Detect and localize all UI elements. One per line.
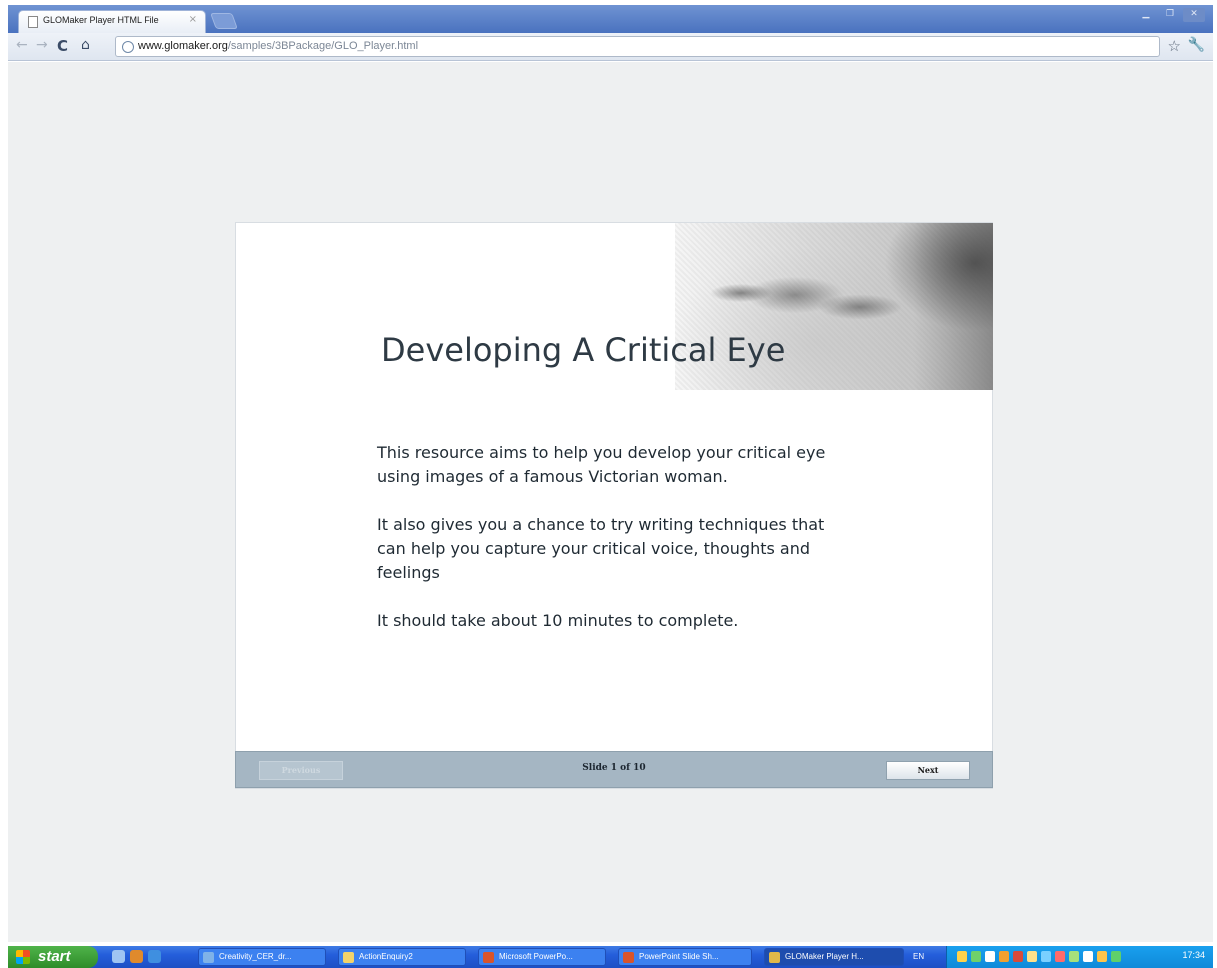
tray-icon[interactable]	[957, 951, 967, 962]
browser-titlebar: GLOMaker Player HTML File × ▁ ❐ ✕	[8, 5, 1213, 33]
tray-icon[interactable]	[1027, 951, 1037, 962]
tray-icon[interactable]	[1041, 951, 1051, 962]
address-bar[interactable]: www.glomaker.org/samples/3BPackage/GLO_P…	[115, 36, 1160, 57]
close-window-icon[interactable]: ✕	[1183, 8, 1205, 22]
taskbar: start Creativity_CER_dr... ActionEnquiry…	[8, 946, 1213, 968]
taskbar-item-label: ActionEnquiry2	[359, 952, 413, 961]
slide-body: This resource aims to help you develop y…	[377, 441, 847, 657]
tray-icon[interactable]	[1055, 951, 1065, 962]
globe-icon	[122, 41, 134, 53]
language-indicator[interactable]: EN	[913, 949, 924, 965]
folder-icon	[343, 952, 354, 963]
ie-icon[interactable]	[148, 950, 161, 963]
taskbar-item[interactable]: GLOMaker Player H...	[764, 948, 904, 966]
bookmark-star-icon[interactable]: ☆	[1168, 37, 1181, 55]
tray-icon[interactable]	[1013, 951, 1023, 962]
taskbar-item-label: Creativity_CER_dr...	[219, 952, 292, 961]
intro-paragraph: It also gives you a chance to try writin…	[377, 515, 825, 582]
intro-paragraph: It should take about 10 minutes to compl…	[377, 611, 739, 630]
tray-icon[interactable]	[985, 951, 995, 962]
slide-control-bar: Previous Slide 1 of 10 Next	[235, 751, 993, 788]
forward-arrow-icon[interactable]: →	[36, 37, 48, 53]
quick-launch	[112, 950, 161, 963]
tray-icon[interactable]	[1083, 951, 1093, 962]
slide-title: Developing A Critical Eye	[381, 331, 786, 369]
intro-paragraph: This resource aims to help you develop y…	[377, 443, 826, 486]
taskbar-item-label: GLOMaker Player H...	[785, 952, 864, 961]
url-host: www.glomaker.org	[138, 40, 228, 52]
system-tray: 17:34	[946, 946, 1213, 968]
url-text[interactable]: www.glomaker.org/samples/3BPackage/GLO_P…	[138, 40, 418, 52]
slide: Developing A Critical Eye This resource …	[235, 222, 993, 789]
taskbar-item[interactable]: ActionEnquiry2	[338, 948, 466, 966]
powerpoint-icon	[623, 952, 634, 963]
start-button[interactable]: start	[8, 946, 98, 968]
tray-icon[interactable]	[999, 951, 1009, 962]
reload-icon[interactable]: C	[57, 37, 68, 55]
window-controls: ▁ ❐ ✕	[1135, 8, 1205, 24]
wrench-icon[interactable]: 🔧	[1188, 37, 1205, 53]
tray-icon[interactable]	[1069, 951, 1079, 962]
start-label: start	[38, 948, 71, 965]
next-button[interactable]: Next	[886, 761, 970, 780]
tray-icons	[957, 951, 1121, 962]
tab-title: GLOMaker Player HTML File	[43, 15, 159, 25]
taskbar-item[interactable]: PowerPoint Slide Sh...	[618, 948, 752, 966]
windows-logo-icon	[16, 950, 30, 964]
taskbar-item-label: Microsoft PowerPo...	[499, 952, 573, 961]
close-tab-icon[interactable]: ×	[189, 14, 197, 25]
browser-tab[interactable]: GLOMaker Player HTML File ×	[18, 10, 206, 33]
powerpoint-icon	[483, 952, 494, 963]
back-arrow-icon[interactable]: ←	[16, 37, 28, 53]
url-path: /samples/3BPackage/GLO_Player.html	[227, 40, 419, 52]
tray-icon[interactable]	[1111, 951, 1121, 962]
taskbar-item[interactable]: Creativity_CER_dr...	[198, 948, 326, 966]
taskbar-item-label: PowerPoint Slide Sh...	[639, 952, 719, 961]
browser-icon[interactable]	[130, 950, 143, 963]
home-icon[interactable]: ⌂	[81, 37, 90, 53]
desktop-icon[interactable]	[112, 950, 125, 963]
slide-counter: Slide 1 of 10	[582, 763, 646, 773]
tray-icon[interactable]	[971, 951, 981, 962]
chrome-icon	[769, 952, 780, 963]
clock[interactable]: 17:34	[1182, 950, 1205, 960]
tray-icon[interactable]	[1097, 951, 1107, 962]
new-tab-button[interactable]	[210, 13, 238, 29]
page-icon	[28, 16, 38, 28]
document-icon	[203, 952, 214, 963]
browser-toolbar: ← → C ⌂ www.glomaker.org/samples/3BPacka…	[8, 33, 1213, 61]
taskbar-item[interactable]: Microsoft PowerPo...	[478, 948, 606, 966]
page-viewport: Developing A Critical Eye This resource …	[8, 62, 1213, 942]
maximize-icon[interactable]: ❐	[1159, 8, 1181, 22]
minimize-icon[interactable]: ▁	[1135, 8, 1157, 22]
